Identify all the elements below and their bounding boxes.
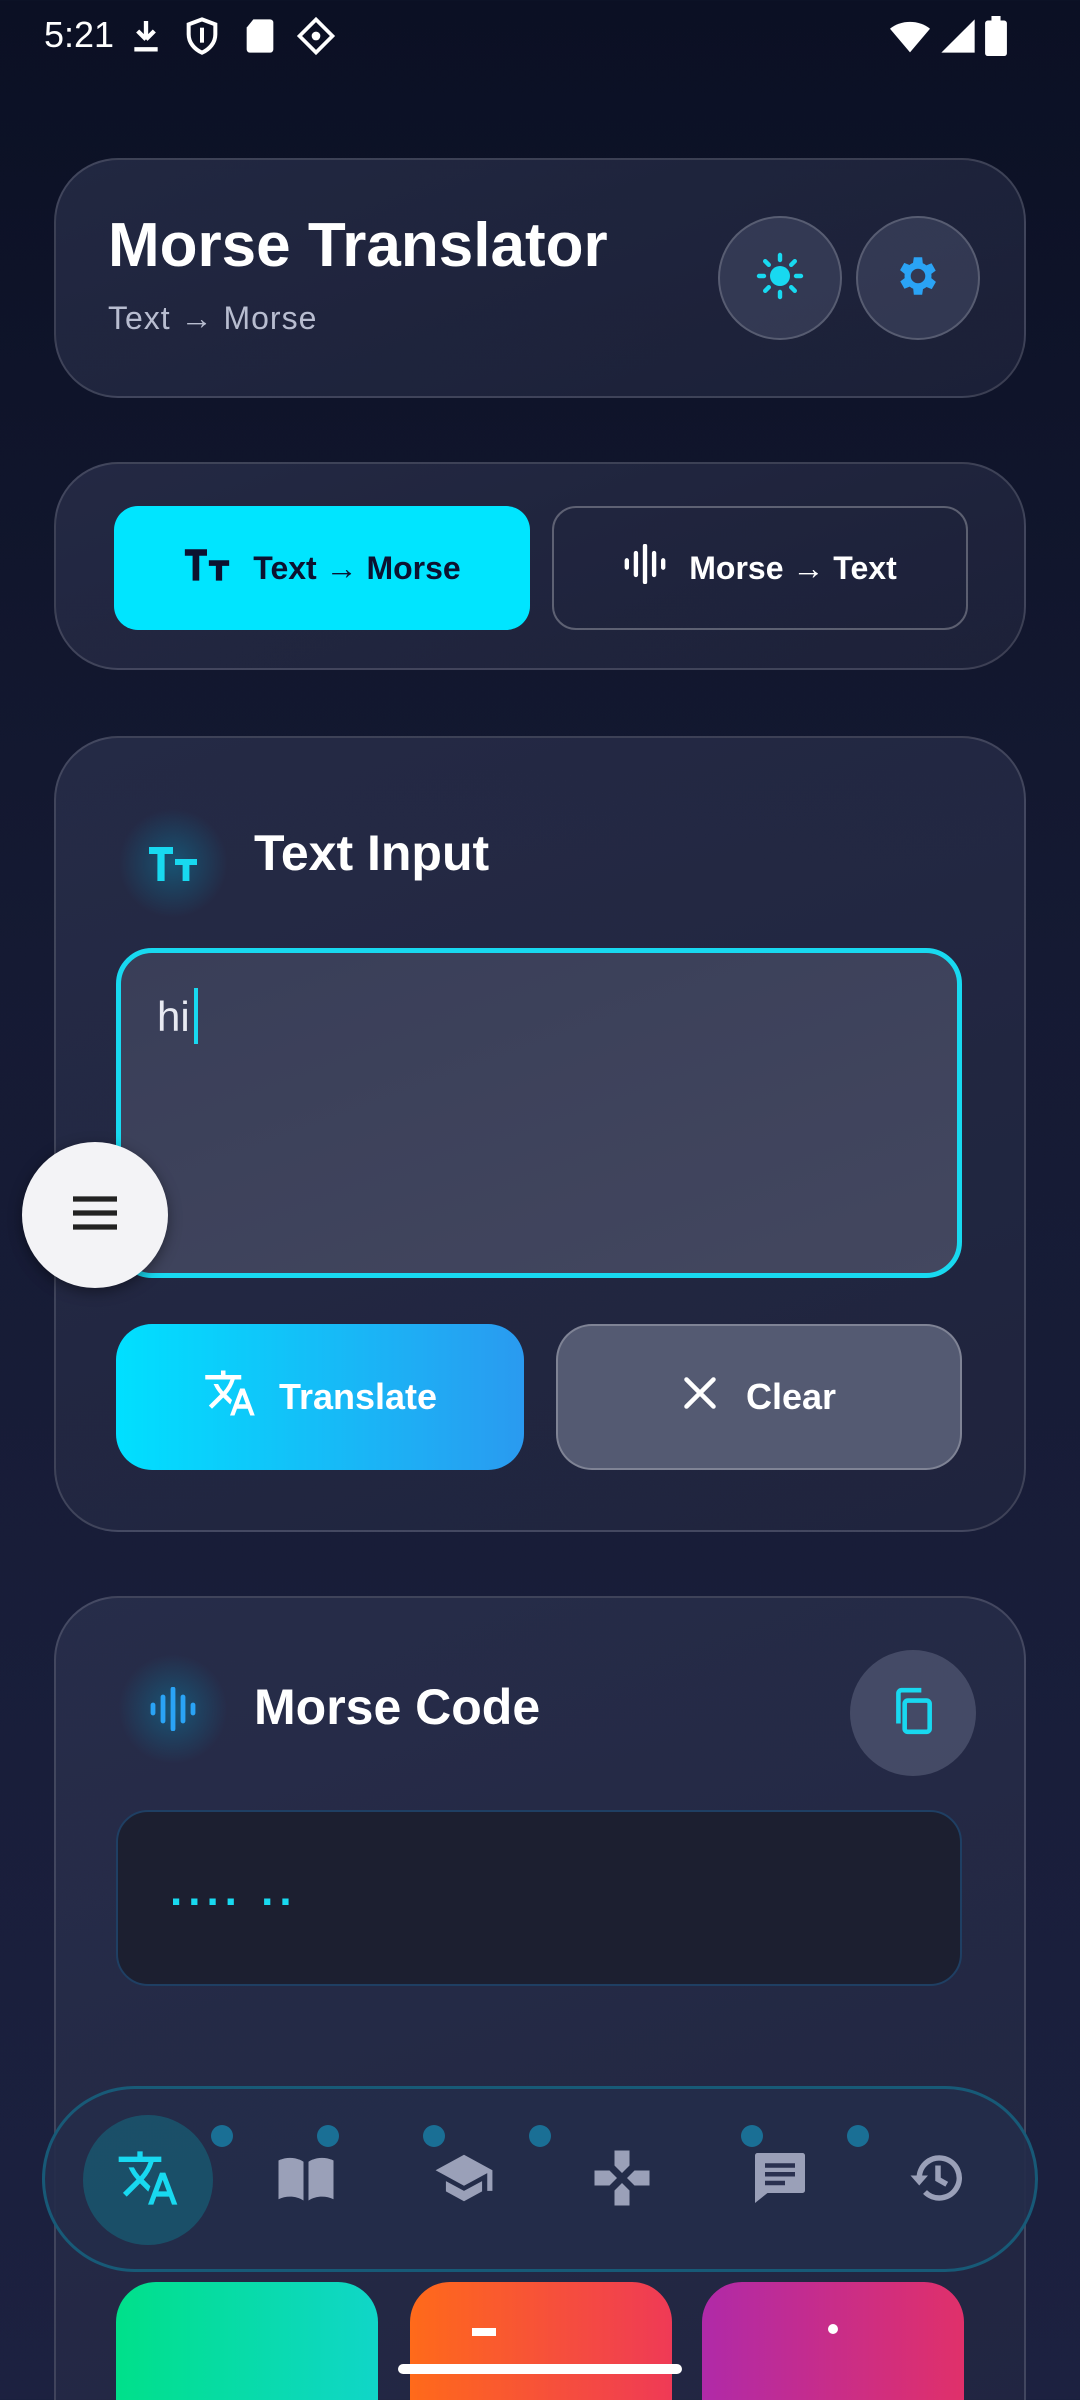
- shield-icon: [182, 16, 222, 56]
- sparkle-diamond-icon: [296, 16, 336, 56]
- battery-icon: [984, 16, 1008, 61]
- waveform-icon: [118, 1654, 228, 1764]
- nav-learn[interactable]: [399, 2115, 529, 2245]
- copy-icon: [888, 1686, 938, 1741]
- nav-indicator-dot: [529, 2125, 551, 2147]
- translate-icon: [203, 1366, 257, 1429]
- app-subtitle: Text → Morse: [108, 300, 318, 336]
- history-icon: [908, 2148, 968, 2213]
- text-format-icon: [183, 544, 231, 592]
- clear-button[interactable]: Clear: [556, 1324, 962, 1470]
- school-icon: [433, 2147, 495, 2214]
- copy-button[interactable]: [850, 1650, 976, 1776]
- nav-indicator-dot: [211, 2125, 233, 2147]
- status-time: 5:21: [44, 14, 115, 55]
- status-bar: 5:21: [0, 0, 1080, 72]
- nav-games[interactable]: [557, 2115, 687, 2245]
- quick-action-button[interactable]: [702, 2282, 964, 2400]
- download-icon: [126, 16, 166, 56]
- menu-fab[interactable]: [22, 1142, 168, 1288]
- sd-card-icon: [240, 16, 280, 56]
- cell-signal-icon: [938, 16, 978, 61]
- morse-output-card: Morse Code .... ..: [54, 1596, 1026, 2400]
- morse-to-text-button[interactable]: Morse → Text: [552, 506, 968, 630]
- text-input-value: hi: [157, 987, 198, 1044]
- bottom-nav: [42, 2086, 1038, 2272]
- wifi-icon: [888, 16, 932, 61]
- home-indicator[interactable]: [398, 2364, 682, 2374]
- nav-history[interactable]: [873, 2115, 1003, 2245]
- waveform-icon: [623, 543, 667, 592]
- chat-icon: [750, 2148, 810, 2213]
- text-caret: [193, 987, 198, 1044]
- hamburger-menu-icon: [71, 1193, 119, 1238]
- morse-to-text-label: Morse → Text: [689, 549, 897, 586]
- text-format-icon: [118, 808, 228, 918]
- theme-toggle-button[interactable]: [718, 216, 842, 340]
- mode-selector-card: Text → Morse Morse → Text: [54, 462, 1026, 670]
- nav-indicator-dot: [317, 2125, 339, 2147]
- translate-icon: [116, 2146, 180, 2215]
- nav-translate[interactable]: [83, 2115, 213, 2245]
- quick-action-glyph: [472, 2328, 496, 2336]
- app-title: Morse Translator: [108, 211, 608, 280]
- text-to-morse-button[interactable]: Text → Morse: [114, 506, 530, 630]
- nav-learn-book[interactable]: [241, 2115, 371, 2245]
- morse-code-title: Morse Code: [254, 1679, 541, 1735]
- sun-icon: [756, 252, 804, 305]
- game-icon: [592, 2148, 652, 2213]
- quick-action-button[interactable]: [410, 2282, 672, 2400]
- nav-chat[interactable]: [715, 2115, 845, 2245]
- text-input-title: Text Input: [254, 825, 490, 881]
- book-icon: [276, 2148, 336, 2213]
- header-card: Morse Translator Text → Morse: [54, 158, 1026, 398]
- quick-action-button[interactable]: [116, 2282, 378, 2400]
- nav-indicator-dot: [423, 2125, 445, 2147]
- nav-indicator-dot: [741, 2125, 763, 2147]
- settings-button[interactable]: [856, 216, 980, 340]
- text-input-field[interactable]: hi: [116, 948, 962, 1278]
- translate-button[interactable]: Translate: [116, 1324, 524, 1470]
- close-icon: [682, 1375, 718, 1420]
- nav-indicator-dot: [847, 2125, 869, 2147]
- text-to-morse-label: Text → Morse: [253, 549, 461, 586]
- morse-output-value: .... ..: [170, 1866, 298, 1915]
- text-input-card: Text Input hi Translate Clear: [54, 736, 1026, 1532]
- translate-label: Translate: [278, 1376, 438, 1417]
- gear-icon: [893, 251, 943, 306]
- morse-output-field: .... ..: [116, 1810, 962, 1986]
- quick-action-glyph: [828, 2324, 838, 2334]
- clear-label: Clear: [745, 1376, 837, 1417]
